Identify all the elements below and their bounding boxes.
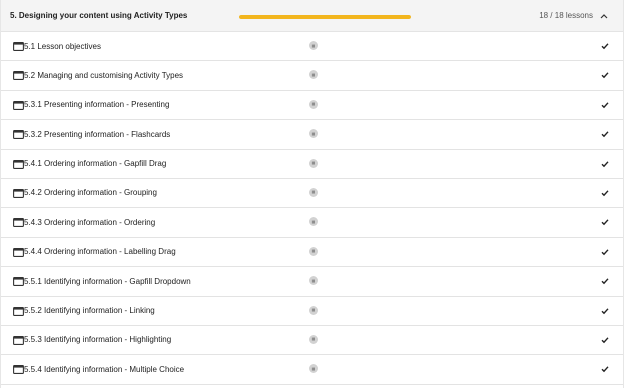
- activity-type-icon: ▦: [309, 334, 318, 344]
- lesson-label: 5.5.2 Identifying information - Linking: [24, 306, 155, 316]
- activity-type-icon: ▦: [309, 187, 318, 197]
- lesson-label: 5.4.1 Ordering information - Gapfill Dra…: [24, 159, 167, 169]
- checkmark-icon: [601, 72, 609, 79]
- activity-type-icon: ▦: [309, 99, 318, 109]
- lesson-label: 5.5.1 Identifying information - Gapfill …: [24, 276, 191, 286]
- lesson-row[interactable]: 5.4.1 Ordering information - Gapfill Dra…: [1, 149, 623, 179]
- activity-type-icon: ▦: [309, 217, 318, 227]
- window-icon: [13, 306, 24, 316]
- lesson-label: 5.5.4 Identifying information - Multiple…: [24, 364, 185, 374]
- course-section-panel: 5. Designing your content using Activity…: [0, 0, 624, 388]
- activity-type-icon: ▦: [309, 276, 318, 286]
- activity-type-icon: ▦: [309, 129, 318, 139]
- checkmark-icon: [601, 278, 609, 285]
- window-icon: [13, 277, 24, 287]
- lesson-row[interactable]: 5.5.2 Identifying information - Linking ▦: [1, 296, 623, 326]
- activity-type-icon: ▦: [309, 305, 318, 315]
- checkmark-icon: [601, 249, 609, 255]
- lesson-row[interactable]: 5.5.4 Identifying information - Multiple…: [1, 355, 623, 385]
- window-icon: [13, 130, 24, 140]
- window-icon: [13, 100, 24, 110]
- lesson-label: 5.4.2 Ordering information - Grouping: [24, 188, 157, 198]
- lesson-row[interactable]: 5.4.2 Ordering information - Grouping ▦: [1, 178, 623, 209]
- lesson-label: 5.3.1 Presenting information - Presentin…: [24, 100, 170, 110]
- checkmark-icon: [601, 102, 609, 108]
- window-icon: [13, 159, 24, 169]
- section-progress-bar: [239, 15, 411, 19]
- lesson-label: 5.4.4 Ordering information - Labelling D…: [24, 247, 176, 257]
- activity-type-icon: ▦: [309, 246, 318, 256]
- checkmark-icon: [601, 307, 609, 314]
- lesson-count: 18 / 18 lessons: [539, 11, 593, 20]
- lesson-label: 5.4.3 Ordering information - Ordering: [24, 217, 156, 227]
- activity-type-icon: ▦: [309, 364, 318, 374]
- section-header[interactable]: 5. Designing your content using Activity…: [1, 0, 623, 32]
- lesson-row[interactable]: 5.2 Managing and customising Activity Ty…: [1, 61, 623, 91]
- lesson-label: 5.3.2 Presenting information - Flashcard…: [24, 129, 171, 139]
- window-icon: [13, 189, 24, 198]
- window-icon: [13, 218, 24, 228]
- window-icon: [13, 71, 24, 81]
- checkmark-icon: [601, 43, 609, 50]
- lesson-row[interactable]: 5.4.3 Ordering information - Ordering ▦: [1, 208, 623, 238]
- lesson-row[interactable]: 5.1 Lesson objectives ▦: [1, 32, 623, 62]
- lesson-label: 5.5.3 Identifying information - Highligh…: [24, 335, 172, 345]
- window-icon: [13, 335, 24, 345]
- checkmark-icon: [601, 219, 609, 226]
- lesson-row[interactable]: 5.5.1 Identifying information - Gapfill …: [1, 267, 623, 297]
- activity-type-icon: ▦: [309, 70, 318, 80]
- lesson-row[interactable]: 5.4.4 Ordering information - Labelling D…: [1, 237, 623, 268]
- chevron-up-icon: [600, 14, 608, 19]
- collapse-toggle-button[interactable]: [598, 10, 610, 22]
- checkmark-icon: [601, 366, 609, 373]
- checkmark-icon: [601, 131, 609, 138]
- lesson-label: 5.2 Managing and customising Activity Ty…: [24, 70, 184, 80]
- lesson-row[interactable]: 5.3.1 Presenting information - Presentin…: [1, 90, 623, 121]
- lesson-list: 5.1 Lesson objectives ▦ 5.2 Managing and c…: [1, 32, 623, 385]
- lesson-row[interactable]: 5.5.3 Identifying information - Highligh…: [1, 325, 623, 356]
- checkmark-icon: [601, 190, 609, 197]
- checkmark-icon: [601, 160, 609, 167]
- section-title: 5. Designing your content using Activity…: [10, 11, 188, 20]
- window-icon: [13, 42, 24, 51]
- window-icon: [13, 247, 24, 257]
- activity-type-icon: ▦: [309, 158, 318, 168]
- lesson-row[interactable]: 5.3.2 Presenting information - Flashcard…: [1, 120, 623, 150]
- window-icon: [13, 365, 24, 375]
- section-progress-fill: [239, 15, 411, 19]
- checkmark-icon: [601, 337, 609, 344]
- activity-type-icon: ▦: [309, 41, 318, 50]
- lesson-label: 5.1 Lesson objectives: [24, 41, 101, 51]
